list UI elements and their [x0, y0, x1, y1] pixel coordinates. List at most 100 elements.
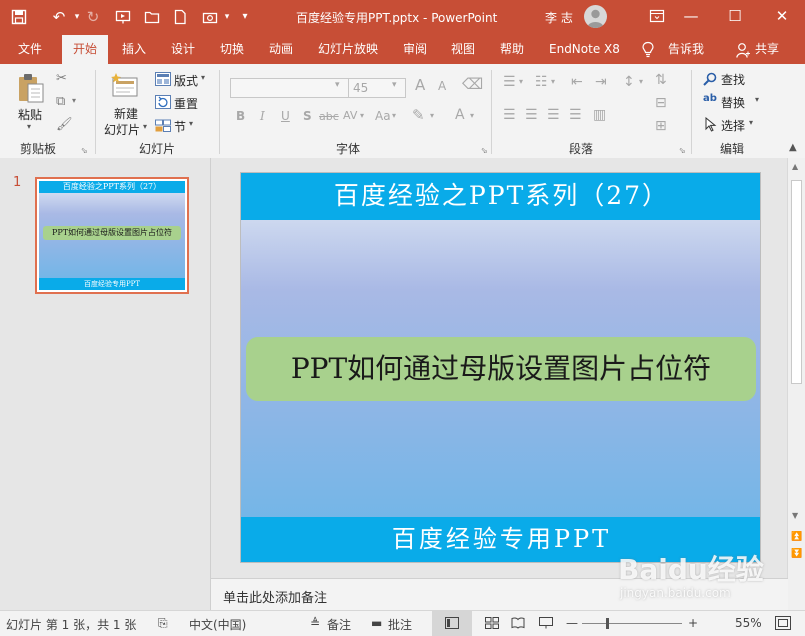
tab-review[interactable]: 审阅 [403, 35, 427, 64]
tab-design[interactable]: 设计 [171, 35, 195, 64]
user-name[interactable]: 李 志 [545, 9, 573, 26]
tab-animations[interactable]: 动画 [269, 35, 293, 64]
scrollbar-thumb[interactable] [791, 180, 802, 384]
replace-dropdown-icon[interactable]: ▾ [755, 95, 759, 104]
next-slide-icon[interactable]: ⏬ [791, 549, 802, 559]
avatar[interactable] [584, 5, 607, 28]
section-icon[interactable] [155, 118, 171, 135]
select-button[interactable]: 选择 [721, 117, 745, 134]
comments-toggle-button[interactable]: 批注 [388, 616, 412, 633]
new-slide-label-2[interactable]: 幻灯片 [104, 121, 140, 138]
layout-icon[interactable] [155, 72, 171, 89]
share-button[interactable]: 共享 [755, 35, 779, 64]
tab-file[interactable]: 文件 [18, 35, 42, 64]
bullets-icon: ☰ [503, 74, 516, 90]
font-color-dropdown-icon: ▾ [470, 111, 475, 120]
new-file-icon[interactable] [169, 6, 191, 28]
section-dropdown-icon[interactable]: ▾ [189, 119, 193, 128]
zoom-slider-thumb[interactable] [605, 618, 609, 629]
previous-slide-icon[interactable]: ⏫ [791, 532, 802, 542]
tab-transitions[interactable]: 切换 [220, 35, 244, 64]
tab-insert[interactable]: 插入 [122, 35, 146, 64]
group-divider [691, 70, 692, 154]
close-button[interactable]: ✕ [760, 0, 804, 35]
replace-icon[interactable]: ab [703, 93, 717, 104]
save-icon[interactable] [8, 6, 30, 28]
tab-home[interactable]: 开始 [62, 35, 109, 64]
notes-placeholder[interactable]: 单击此处添加备注 [223, 587, 327, 606]
line-spacing-dropdown-icon: ▾ [639, 77, 644, 86]
new-slide-label-1[interactable]: 新建 [114, 105, 138, 122]
vertical-scrollbar[interactable]: ▲ ▼ ⏫ ⏬ [787, 158, 805, 610]
slide-body-text[interactable]: PPT如何通过母版设置图片占位符 [246, 337, 756, 401]
zoom-level[interactable]: 55% [735, 616, 762, 630]
clipboard-launcher-icon[interactable]: ⬂ [81, 146, 88, 155]
thumbnail-body: PPT如何通过母版设置图片占位符 [43, 226, 181, 240]
slideshow-view-icon[interactable] [539, 617, 553, 632]
align-left-icon: ☰ [503, 107, 516, 123]
slides-group-label: 幻灯片 [139, 142, 176, 156]
watermark-logo: Baidu经验 [618, 553, 764, 586]
scroll-up-icon[interactable]: ▲ [792, 162, 798, 171]
ribbon-display-options-icon[interactable] [649, 8, 665, 27]
slide-canvas[interactable]: 百度经验之PPT系列（27） PPT如何通过母版设置图片占位符 百度经验专用PP… [240, 172, 761, 563]
underline-button: U [281, 109, 290, 123]
spelling-check-icon[interactable]: ⎘ [158, 616, 168, 631]
collapse-ribbon-icon[interactable]: ▲ [789, 142, 797, 153]
language-status[interactable]: 中文(中国) [189, 616, 246, 633]
reset-button[interactable]: 重置 [174, 95, 198, 112]
clipboard-group-label: 剪贴板 [20, 142, 57, 156]
open-folder-icon[interactable] [141, 6, 163, 28]
slide-sorter-icon[interactable] [485, 617, 499, 632]
paragraph-launcher-icon[interactable]: ⬂ [679, 146, 686, 155]
select-dropdown-icon[interactable]: ▾ [749, 118, 753, 127]
format-painter-icon: 🖌 [56, 117, 73, 132]
select-cursor-icon[interactable] [705, 116, 717, 135]
tab-endnote[interactable]: EndNote X8 [549, 35, 620, 64]
replace-button[interactable]: 替换 [721, 94, 745, 111]
font-launcher-icon[interactable]: ⬂ [481, 146, 488, 155]
start-from-beginning-icon[interactable] [112, 6, 134, 28]
grow-font-icon: A [415, 76, 426, 94]
tab-view[interactable]: 视图 [451, 35, 475, 64]
slide-title[interactable]: 百度经验之PPT系列（27） [241, 173, 760, 220]
section-button[interactable]: 节 [174, 118, 186, 135]
slide-count-status: 幻灯片 第 1 张，共 1 张 [6, 618, 137, 632]
new-slide-icon[interactable] [110, 72, 140, 103]
paste-icon[interactable] [16, 72, 46, 107]
paragraph-group-label: 段落 [569, 142, 594, 156]
zoom-out-button[interactable]: — [566, 616, 578, 630]
slide-thumbnail[interactable]: 百度经验之PPT系列（27） PPT如何通过母版设置图片占位符 百度经验专用PP… [35, 177, 189, 294]
notes-icon[interactable]: ≜ [310, 616, 320, 630]
find-icon[interactable] [703, 72, 717, 89]
find-button[interactable]: 查找 [721, 71, 745, 88]
share-person-icon[interactable] [736, 42, 750, 61]
clear-formatting-icon: ⌫ [462, 75, 484, 93]
new-slide-dropdown-icon[interactable]: ▾ [143, 122, 147, 131]
maximize-button[interactable]: ☐ [713, 0, 757, 35]
tell-me-search[interactable]: 告诉我 [668, 35, 704, 64]
bullets-dropdown-icon: ▾ [519, 77, 524, 86]
reset-icon[interactable] [155, 95, 171, 112]
reading-view-icon[interactable] [511, 617, 525, 632]
comments-icon[interactable]: ▬ [371, 616, 382, 630]
paste-button[interactable]: 粘贴 [18, 106, 42, 123]
paste-dropdown-icon[interactable]: ▾ [27, 122, 31, 131]
layout-dropdown-icon[interactable]: ▾ [201, 73, 205, 82]
shrink-font-icon: A [438, 79, 447, 93]
normal-view-button[interactable] [432, 611, 472, 636]
copy-dropdown-icon: ▾ [72, 96, 77, 105]
fit-to-window-icon[interactable] [775, 616, 791, 633]
tab-slide-show[interactable]: 幻灯片放映 [318, 35, 378, 64]
notes-toggle-button[interactable]: 备注 [327, 616, 351, 633]
minimize-button[interactable]: — [669, 0, 713, 35]
layout-button[interactable]: 版式 [174, 72, 198, 89]
zoom-slider[interactable] [582, 618, 682, 629]
font-name-combo [230, 78, 350, 98]
font-name-dropdown-icon: ▾ [335, 80, 340, 90]
slide-number: 1 [13, 175, 22, 190]
customize-toolbar-icon[interactable]: ▾ [234, 6, 256, 28]
scroll-down-icon[interactable]: ▼ [792, 511, 798, 520]
zoom-in-button[interactable]: + [688, 616, 698, 630]
tab-help[interactable]: 帮助 [500, 35, 524, 64]
